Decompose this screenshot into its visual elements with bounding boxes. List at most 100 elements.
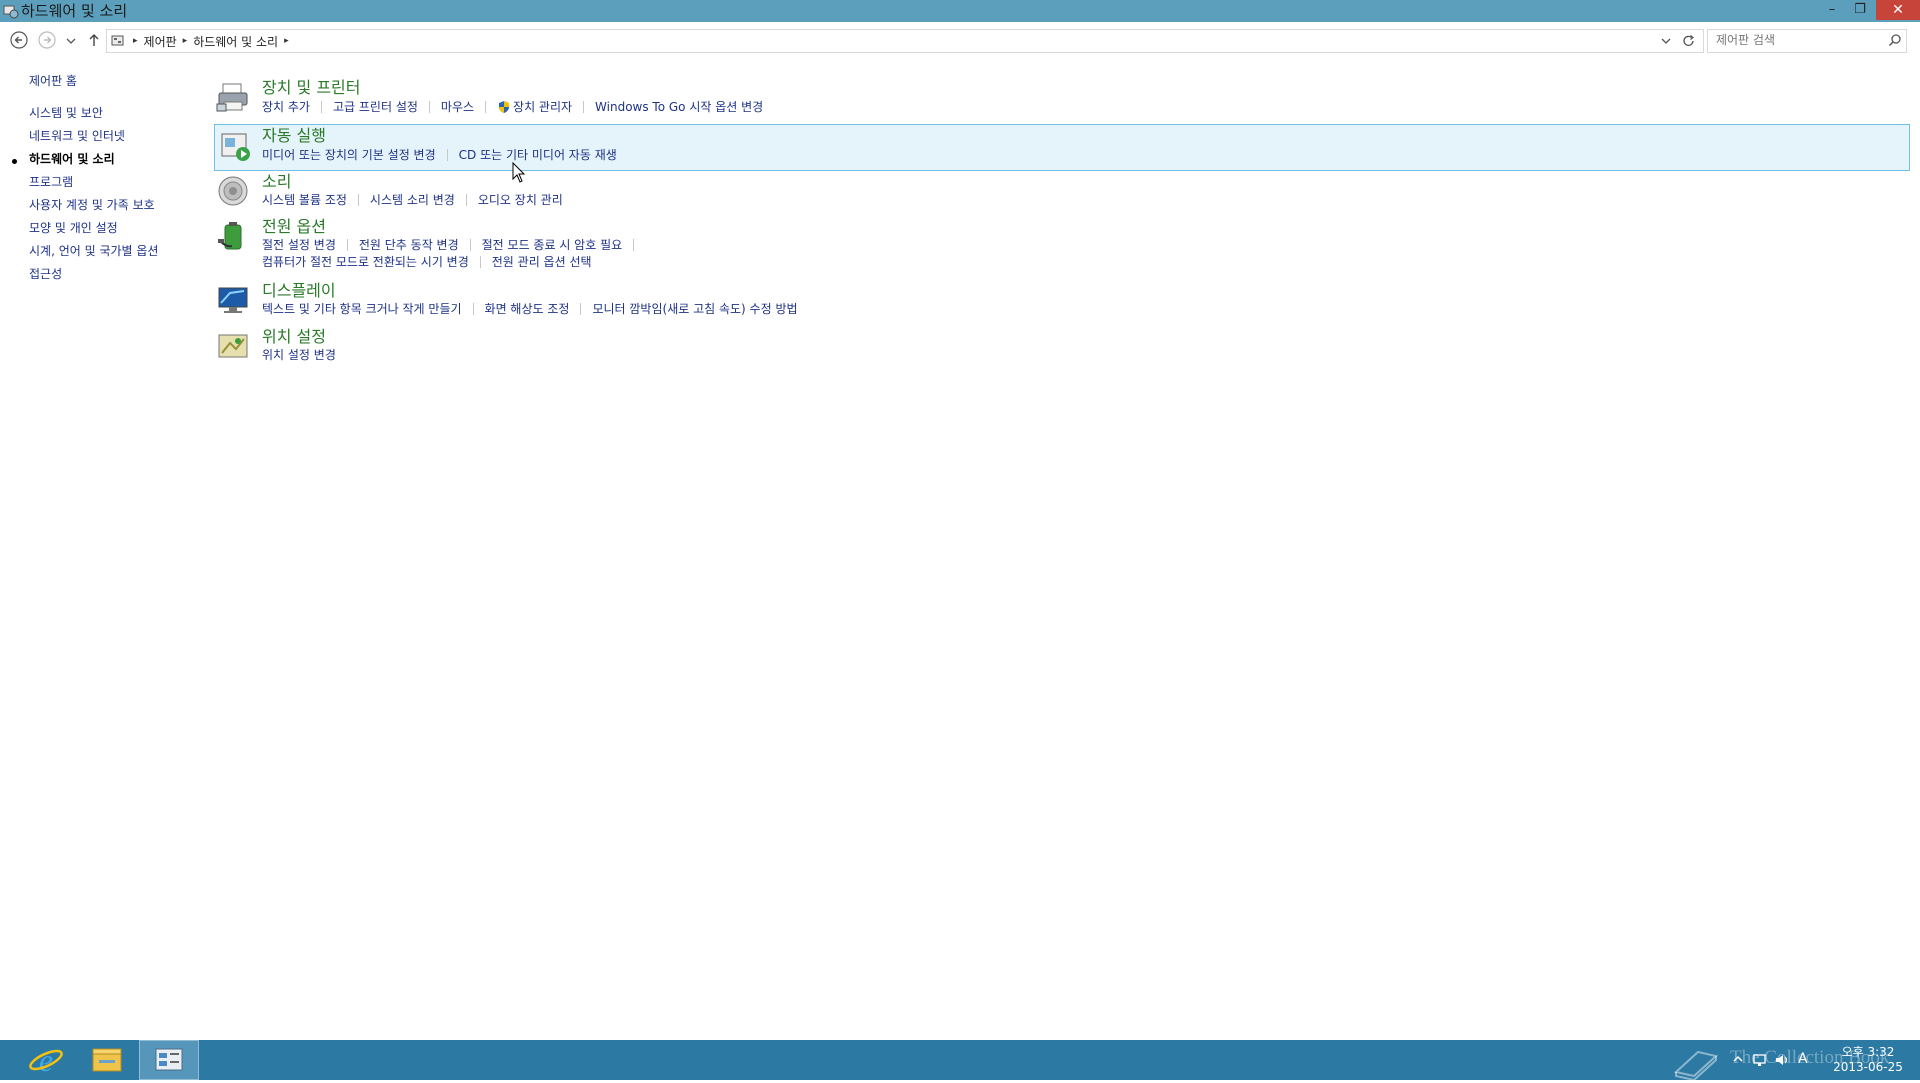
- svg-text:e: e: [39, 1042, 53, 1078]
- nav-programs[interactable]: 프로그램: [29, 174, 73, 190]
- taskbar-clock[interactable]: 오후 3:32 2013-06-25: [1820, 1045, 1916, 1075]
- restore-button[interactable]: ❐: [1846, 0, 1874, 20]
- control-panel-crumb-icon[interactable]: [111, 34, 127, 48]
- refresh-icon[interactable]: [1681, 32, 1697, 50]
- change-system-sounds-link[interactable]: 시스템 소리 변경: [370, 192, 455, 208]
- breadcrumb-separator[interactable]: ▸: [183, 36, 188, 46]
- nav-system-security[interactable]: 시스템 및 보안: [29, 105, 103, 121]
- category-title[interactable]: 자동 실행: [262, 126, 326, 146]
- nav-hardware-sound[interactable]: 하드웨어 및 소리: [29, 151, 115, 167]
- link-divider: [583, 101, 585, 113]
- mouse-cursor-icon: [512, 162, 526, 183]
- change-location-settings-link[interactable]: 위치 설정 변경: [262, 347, 336, 363]
- taskbar-internet-explorer[interactable]: e: [16, 1040, 76, 1080]
- recent-locations-chevron-icon[interactable]: [64, 30, 78, 50]
- nav-network-internet[interactable]: 네트워크 및 인터넷: [29, 128, 125, 144]
- require-password-wakeup-link[interactable]: 절전 모드 종료 시 암호 필요: [482, 237, 623, 253]
- link-divider: [472, 303, 474, 315]
- manage-audio-devices-link[interactable]: 오디오 장치 관리: [478, 192, 563, 208]
- taskbar-control-panel[interactable]: [139, 1040, 199, 1080]
- title-bar: 하드웨어 및 소리 – ❐ ✕: [0, 0, 1920, 22]
- active-bullet-icon: [12, 159, 17, 164]
- up-arrow-icon[interactable]: [85, 30, 103, 50]
- back-icon[interactable]: [9, 30, 29, 50]
- change-sleep-time-link[interactable]: 컴퓨터가 절전 모드로 전환되는 시기 변경: [262, 254, 469, 270]
- category-title[interactable]: 디스플레이: [262, 281, 336, 301]
- battery-icon[interactable]: [216, 219, 250, 253]
- category-title[interactable]: 전원 옵션: [262, 217, 326, 237]
- link-divider: [357, 194, 359, 206]
- change-default-media-settings-link[interactable]: 미디어 또는 장치의 기본 설정 변경: [262, 147, 436, 163]
- show-hidden-icons-icon[interactable]: [1732, 1053, 1744, 1065]
- link-divider: [485, 101, 487, 113]
- nav-appearance-personalization[interactable]: 모양 및 개인 설정: [29, 220, 118, 236]
- network-icon[interactable]: [1752, 1052, 1768, 1068]
- clock-date: 2013-06-25: [1833, 1060, 1903, 1074]
- link-divider: [580, 303, 582, 315]
- file-explorer-icon: [92, 1048, 122, 1072]
- volume-icon[interactable]: [1774, 1052, 1790, 1068]
- taskbar: e The Collection Book A 오후 3:32 2013-06-…: [0, 1040, 1920, 1080]
- device-manager-link[interactable]: 장치 관리자: [513, 99, 572, 115]
- address-bar[interactable]: ▸ 제어판 ▸ 하드웨어 및 소리 ▸: [106, 29, 1704, 53]
- add-device-link[interactable]: 장치 추가: [262, 99, 310, 115]
- clock-time: 오후 3:32: [1841, 1045, 1895, 1059]
- autoplay-cd-media-link[interactable]: CD 또는 기타 미디어 자동 재생: [459, 147, 617, 163]
- search-box[interactable]: [1707, 29, 1907, 53]
- nav-user-accounts-family[interactable]: 사용자 계정 및 가족 보호: [29, 197, 155, 213]
- link-divider: [469, 239, 471, 251]
- control-panel-app-icon: [3, 5, 19, 19]
- breadcrumb-control-panel[interactable]: 제어판: [144, 33, 177, 50]
- system-tray: A: [1730, 1040, 1820, 1080]
- link-divider: [465, 194, 467, 206]
- navigation-bar: ▸ 제어판 ▸ 하드웨어 및 소리 ▸: [0, 22, 1920, 58]
- autoplay-icon[interactable]: [219, 129, 253, 163]
- control-panel-icon: [155, 1048, 183, 1071]
- display-icon[interactable]: [216, 283, 250, 317]
- internet-explorer-icon: e: [29, 1042, 63, 1078]
- taskbar-file-explorer[interactable]: [77, 1040, 137, 1080]
- adjust-screen-resolution-link[interactable]: 화면 해상도 조정: [485, 301, 570, 317]
- search-input[interactable]: [1708, 30, 1886, 50]
- ime-indicator[interactable]: A: [1798, 1051, 1808, 1067]
- category-title[interactable]: 장치 및 프린터: [262, 78, 361, 98]
- make-text-larger-smaller-link[interactable]: 텍스트 및 기타 항목 크거나 작게 만들기: [262, 301, 462, 317]
- uac-shield-icon: [499, 101, 510, 113]
- link-divider: [633, 239, 635, 251]
- breadcrumb-separator[interactable]: ▸: [284, 36, 289, 46]
- category-title[interactable]: 위치 설정: [262, 327, 326, 347]
- link-divider: [446, 149, 448, 161]
- mouse-link[interactable]: 마우스: [441, 99, 474, 115]
- book-watermark-icon: [1673, 1050, 1719, 1080]
- change-sleep-settings-link[interactable]: 절전 설정 변경: [262, 237, 336, 253]
- category-links: 텍스트 및 기타 항목 크거나 작게 만들기 화면 해상도 조정 모니터 깜박임…: [262, 301, 798, 317]
- category-sound: 소리 시스템 볼륨 조정 시스템 소리 변경 오디오 장치 관리: [214, 172, 1910, 212]
- choose-power-plan-link[interactable]: 전원 관리 옵션 선택: [492, 254, 592, 270]
- forward-icon[interactable]: [37, 30, 57, 50]
- nav-accessibility[interactable]: 접근성: [29, 266, 62, 282]
- control-panel-home-link[interactable]: 제어판 홈: [29, 73, 77, 89]
- adjust-system-volume-link[interactable]: 시스템 볼륨 조정: [262, 192, 347, 208]
- breadcrumb-separator[interactable]: ▸: [133, 36, 138, 46]
- category-location-settings: 위치 설정 위치 설정 변경: [214, 327, 1910, 367]
- category-title[interactable]: 소리: [262, 172, 291, 192]
- category-links: 절전 설정 변경 전원 단추 동작 변경 절전 모드 종료 시 암호 필요: [262, 237, 645, 253]
- nav-clock-language-region[interactable]: 시계, 언어 및 국가별 옵션: [29, 243, 158, 259]
- category-autoplay: 자동 실행 미디어 또는 장치의 기본 설정 변경 CD 또는 기타 미디어 자…: [214, 124, 1910, 171]
- close-button[interactable]: ✕: [1876, 0, 1920, 20]
- windows-to-go-link[interactable]: Windows To Go 시작 옵션 변경: [595, 99, 763, 115]
- link-divider: [428, 101, 430, 113]
- printer-icon[interactable]: [216, 80, 250, 114]
- advanced-printer-setup-link[interactable]: 고급 프린터 설정: [333, 99, 418, 115]
- category-devices-printers: 장치 및 프린터 장치 추가 고급 프린터 설정 마우스 장치 관리자 Wind…: [214, 78, 1910, 120]
- link-divider: [320, 101, 322, 113]
- location-icon[interactable]: [216, 329, 250, 363]
- search-icon[interactable]: [1888, 33, 1902, 47]
- speaker-icon[interactable]: [216, 174, 250, 208]
- minimize-button[interactable]: –: [1818, 0, 1846, 20]
- fix-monitor-flicker-link[interactable]: 모니터 깜박임(새로 고침 속도) 수정 방법: [592, 301, 797, 317]
- address-dropdown-chevron-icon[interactable]: [1659, 32, 1673, 50]
- category-links: 시스템 볼륨 조정 시스템 소리 변경 오디오 장치 관리: [262, 192, 563, 208]
- change-power-button-link[interactable]: 전원 단추 동작 변경: [359, 237, 459, 253]
- breadcrumb-hardware-sound[interactable]: 하드웨어 및 소리: [193, 33, 278, 50]
